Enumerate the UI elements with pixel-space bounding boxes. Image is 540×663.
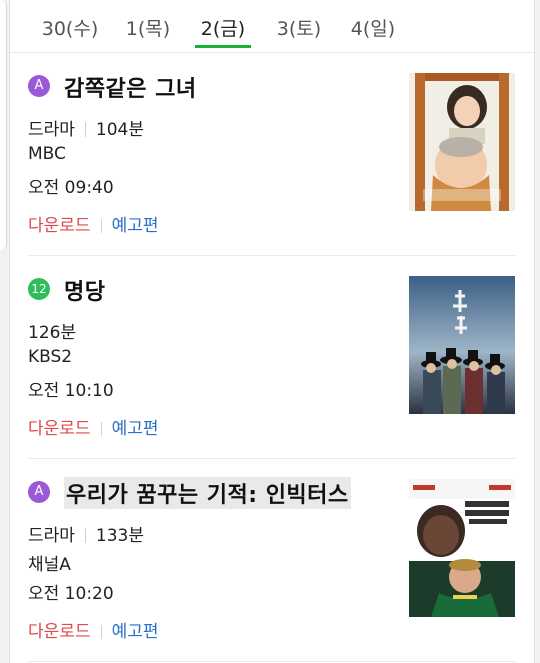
tab-day-4[interactable]: 4(일) [348, 14, 398, 48]
trailer-link[interactable]: 예고편 [112, 622, 159, 642]
tab-label: 3(토) [276, 18, 322, 40]
tab-day-2[interactable]: 2(금) [195, 14, 251, 48]
list-item[interactable]: 12 명당 126분 KBS2 오전 10:10 다운로드 예고편 [10, 256, 534, 459]
download-link[interactable]: 다운로드 [28, 216, 91, 236]
tab-day-1[interactable]: 1(목) [124, 14, 172, 48]
meta-divider [84, 122, 86, 137]
program-title[interactable]: 감쪽같은 그녀 [64, 71, 197, 103]
link-divider [100, 625, 102, 639]
program-title[interactable]: 명당 [64, 274, 105, 306]
date-tabs: 30(수) 1(목) 2(금) 3(토) 4(일) [10, 0, 534, 53]
program-runtime: 126분 [28, 323, 77, 343]
program-links: 다운로드 예고편 [28, 211, 158, 236]
tab-label: 4(일) [350, 18, 396, 40]
movie-poster[interactable] [409, 479, 515, 617]
program-channel: 채널A [28, 555, 71, 575]
download-link[interactable]: 다운로드 [28, 622, 91, 642]
poster-art-icon [409, 276, 515, 414]
tab-underline [195, 45, 251, 48]
movie-poster[interactable] [409, 73, 515, 211]
tab-day-3[interactable]: 3(토) [275, 14, 323, 48]
poster-art-icon [409, 73, 515, 211]
poster-art-icon [409, 479, 515, 617]
tab-label: 2(금) [200, 18, 246, 40]
program-meta: 드라마 104분 [28, 115, 144, 140]
program-runtime: 133분 [95, 526, 145, 546]
rating-badge: 12 [28, 278, 50, 300]
link-divider [100, 422, 102, 436]
program-runtime: 104분 [95, 120, 145, 140]
link-divider [100, 219, 102, 233]
schedule-panel: 30(수) 1(목) 2(금) 3(토) 4(일) A 감쪽같은 그녀 드라마 1… [9, 0, 535, 663]
program-time: 오전 10:10 [28, 381, 114, 401]
program-genre: 드라마 [28, 120, 75, 140]
program-genre: 드라마 [28, 526, 75, 546]
download-link[interactable]: 다운로드 [28, 419, 91, 439]
movie-poster[interactable] [409, 276, 515, 414]
tab-day-30[interactable]: 30(수) [40, 14, 100, 48]
program-channel: KBS2 [28, 347, 73, 367]
side-drawer-edge[interactable] [0, 0, 7, 250]
program-links: 다운로드 예고편 [28, 617, 158, 642]
rating-badge: A [28, 481, 50, 503]
rating-badge: A [28, 75, 50, 97]
list-item[interactable]: A 우리가 꿈꾸는 기적: 인빅터스 드라마 133분 채널A 오전 10:20 … [10, 459, 534, 662]
tab-label: 1(목) [125, 18, 171, 40]
program-title[interactable]: 우리가 꿈꾸는 기적: 인빅터스 [64, 477, 351, 509]
program-channel: MBC [28, 144, 66, 164]
list-item[interactable]: A 감쪽같은 그녀 드라마 104분 MBC 오전 09:40 다운로드 예고편 [10, 53, 534, 256]
meta-divider [84, 528, 86, 543]
trailer-link[interactable]: 예고편 [112, 216, 159, 236]
program-time: 오전 10:20 [28, 584, 114, 604]
program-links: 다운로드 예고편 [28, 414, 158, 439]
program-meta: 드라마 133분 [28, 521, 144, 546]
item-divider [28, 661, 516, 662]
trailer-link[interactable]: 예고편 [112, 419, 159, 439]
program-time: 오전 09:40 [28, 178, 114, 198]
tab-label: 30(수) [41, 18, 99, 40]
